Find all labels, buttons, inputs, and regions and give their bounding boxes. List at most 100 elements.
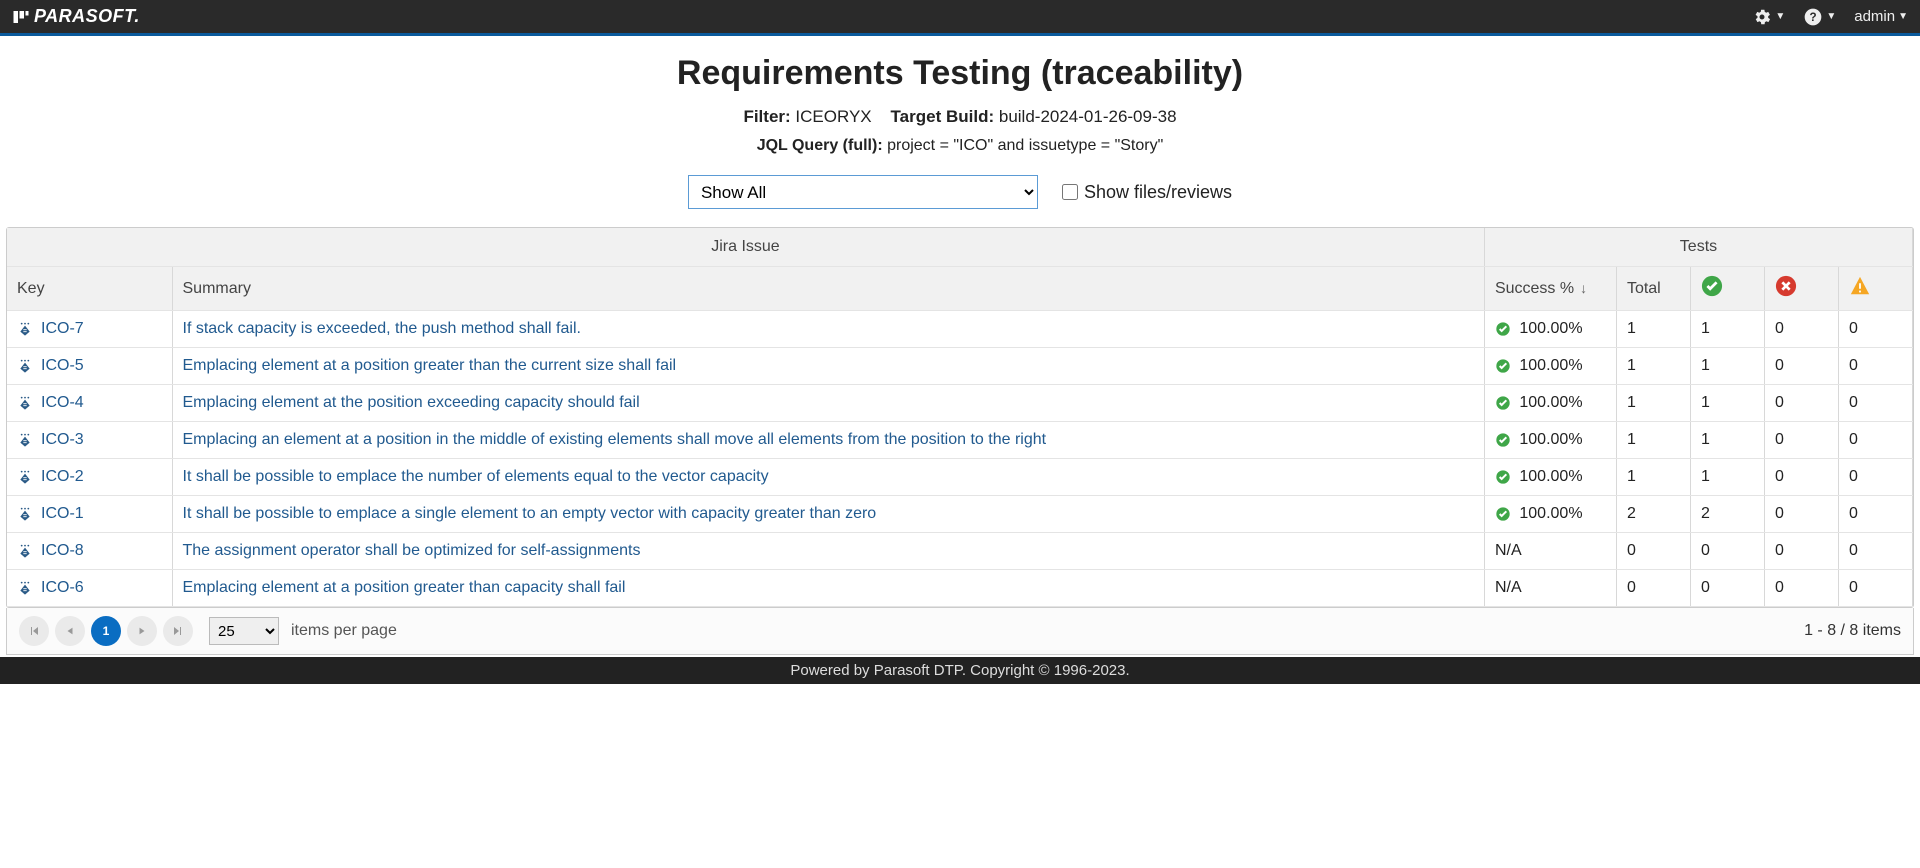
prev-page-button[interactable] bbox=[55, 616, 85, 646]
jira-story-icon bbox=[17, 543, 33, 559]
issue-summary-link[interactable]: Emplacing element at the position exceed… bbox=[183, 394, 640, 411]
settings-menu[interactable]: ▼ bbox=[1752, 7, 1785, 27]
pager-left: 1 25 items per page bbox=[19, 616, 397, 646]
header-group-row: Jira Issue Tests bbox=[7, 228, 1913, 267]
first-icon bbox=[28, 625, 40, 637]
filter-value: ICEORYX bbox=[795, 107, 871, 126]
issue-summary-link[interactable]: If stack capacity is exceeded, the push … bbox=[183, 320, 581, 337]
pass-cell: 1 bbox=[1690, 459, 1764, 496]
svg-text:?: ? bbox=[1810, 11, 1817, 24]
warn-cell: 0 bbox=[1838, 496, 1912, 533]
show-filter-select[interactable]: Show All bbox=[688, 175, 1038, 209]
warn-cell: 0 bbox=[1838, 422, 1912, 459]
warn-cell: 0 bbox=[1838, 385, 1912, 422]
success-cell: 100.00% bbox=[1484, 422, 1616, 459]
show-files-checkbox[interactable] bbox=[1062, 184, 1078, 200]
header-col-row: Key Summary Success %↓ Total bbox=[7, 267, 1913, 311]
pass-cell: 0 bbox=[1690, 570, 1764, 607]
total-cell: 2 bbox=[1616, 496, 1690, 533]
issue-summary-link[interactable]: Emplacing an element at a position in th… bbox=[183, 431, 1047, 448]
table-row: ICO-1 It shall be possible to emplace a s… bbox=[7, 496, 1913, 533]
issue-summary-link[interactable]: It shall be possible to emplace the numb… bbox=[183, 468, 769, 485]
issue-key-link[interactable]: ICO-1 bbox=[41, 505, 84, 523]
fail-cell: 0 bbox=[1764, 311, 1838, 348]
col-key[interactable]: Key bbox=[7, 267, 172, 311]
issue-key-link[interactable]: ICO-4 bbox=[41, 394, 84, 412]
issue-key-link[interactable]: ICO-6 bbox=[41, 579, 84, 597]
col-success[interactable]: Success %↓ bbox=[1484, 267, 1616, 311]
x-circle-icon bbox=[1775, 275, 1797, 297]
jira-story-icon bbox=[17, 469, 33, 485]
total-cell: 1 bbox=[1616, 348, 1690, 385]
issue-key-link[interactable]: ICO-2 bbox=[41, 468, 84, 486]
issue-key-link[interactable]: ICO-3 bbox=[41, 431, 84, 449]
footer-text: Powered by Parasoft DTP. Copyright © 199… bbox=[790, 662, 1129, 679]
success-cell: N/A bbox=[1484, 570, 1616, 607]
table-row: ICO-7 If stack capacity is exceeded, the … bbox=[7, 311, 1913, 348]
pass-cell: 1 bbox=[1690, 385, 1764, 422]
group-tests: Tests bbox=[1484, 228, 1912, 267]
issue-key-link[interactable]: ICO-7 bbox=[41, 320, 84, 338]
main-content: Requirements Testing (traceability) Filt… bbox=[0, 36, 1920, 655]
page-size-select[interactable]: 25 bbox=[209, 617, 279, 645]
check-circle-icon bbox=[1495, 358, 1511, 374]
issue-key-link[interactable]: ICO-5 bbox=[41, 357, 84, 375]
table-row: ICO-2 It shall be possible to emplace the… bbox=[7, 459, 1913, 496]
success-cell: 100.00% bbox=[1484, 459, 1616, 496]
pass-cell: 1 bbox=[1690, 422, 1764, 459]
jira-story-icon bbox=[17, 395, 33, 411]
items-per-page-label: items per page bbox=[291, 622, 397, 640]
show-files-checkbox-label[interactable]: Show files/reviews bbox=[1062, 182, 1232, 203]
col-summary[interactable]: Summary bbox=[172, 267, 1484, 311]
table-row: ICO-6 Emplacing element at a position gre… bbox=[7, 570, 1913, 607]
check-circle-icon bbox=[1495, 506, 1511, 522]
total-cell: 1 bbox=[1616, 311, 1690, 348]
fail-cell: 0 bbox=[1764, 459, 1838, 496]
fail-cell: 0 bbox=[1764, 385, 1838, 422]
fail-cell: 0 bbox=[1764, 496, 1838, 533]
brand-text: PARASOFT. bbox=[34, 6, 140, 27]
warn-cell: 0 bbox=[1838, 570, 1912, 607]
issue-summary-link[interactable]: Emplacing element at a position greater … bbox=[183, 579, 626, 596]
warn-cell: 0 bbox=[1838, 459, 1912, 496]
next-page-button[interactable] bbox=[127, 616, 157, 646]
total-cell: 1 bbox=[1616, 422, 1690, 459]
user-menu[interactable]: admin ▼ bbox=[1854, 8, 1908, 25]
issue-summary-link[interactable]: Emplacing element at a position greater … bbox=[183, 357, 677, 374]
col-total[interactable]: Total bbox=[1616, 267, 1690, 311]
help-icon: ? bbox=[1803, 7, 1823, 27]
table-row: ICO-5 Emplacing element at a position gre… bbox=[7, 348, 1913, 385]
show-files-text: Show files/reviews bbox=[1084, 182, 1232, 203]
check-circle-icon bbox=[1495, 469, 1511, 485]
total-cell: 1 bbox=[1616, 385, 1690, 422]
filter-label: Filter: bbox=[743, 107, 790, 126]
footer: Powered by Parasoft DTP. Copyright © 199… bbox=[0, 657, 1920, 684]
warning-triangle-icon bbox=[1849, 275, 1871, 297]
fail-cell: 0 bbox=[1764, 348, 1838, 385]
page-title: Requirements Testing (traceability) bbox=[4, 54, 1916, 93]
prev-icon bbox=[65, 626, 75, 636]
issue-summary-link[interactable]: The assignment operator shall be optimiz… bbox=[183, 542, 641, 559]
success-cell: 100.00% bbox=[1484, 311, 1616, 348]
first-page-button[interactable] bbox=[19, 616, 49, 646]
col-warn[interactable] bbox=[1838, 267, 1912, 311]
last-page-button[interactable] bbox=[163, 616, 193, 646]
col-fail[interactable] bbox=[1764, 267, 1838, 311]
col-pass[interactable] bbox=[1690, 267, 1764, 311]
help-menu[interactable]: ? ▼ bbox=[1803, 7, 1836, 27]
issue-summary-link[interactable]: It shall be possible to emplace a single… bbox=[183, 505, 877, 522]
jira-story-icon bbox=[17, 432, 33, 448]
success-cell: N/A bbox=[1484, 533, 1616, 570]
total-cell: 0 bbox=[1616, 570, 1690, 607]
warn-cell: 0 bbox=[1838, 348, 1912, 385]
table-row: ICO-4 Emplacing element at the position e… bbox=[7, 385, 1913, 422]
user-name: admin bbox=[1854, 8, 1895, 25]
fail-cell: 0 bbox=[1764, 570, 1838, 607]
issue-key-link[interactable]: ICO-8 bbox=[41, 542, 84, 560]
pass-cell: 2 bbox=[1690, 496, 1764, 533]
warn-cell: 0 bbox=[1838, 311, 1912, 348]
page-1-button[interactable]: 1 bbox=[91, 616, 121, 646]
target-label: Target Build: bbox=[891, 107, 995, 126]
topbar-right: ▼ ? ▼ admin ▼ bbox=[1752, 7, 1908, 27]
jira-story-icon bbox=[17, 506, 33, 522]
